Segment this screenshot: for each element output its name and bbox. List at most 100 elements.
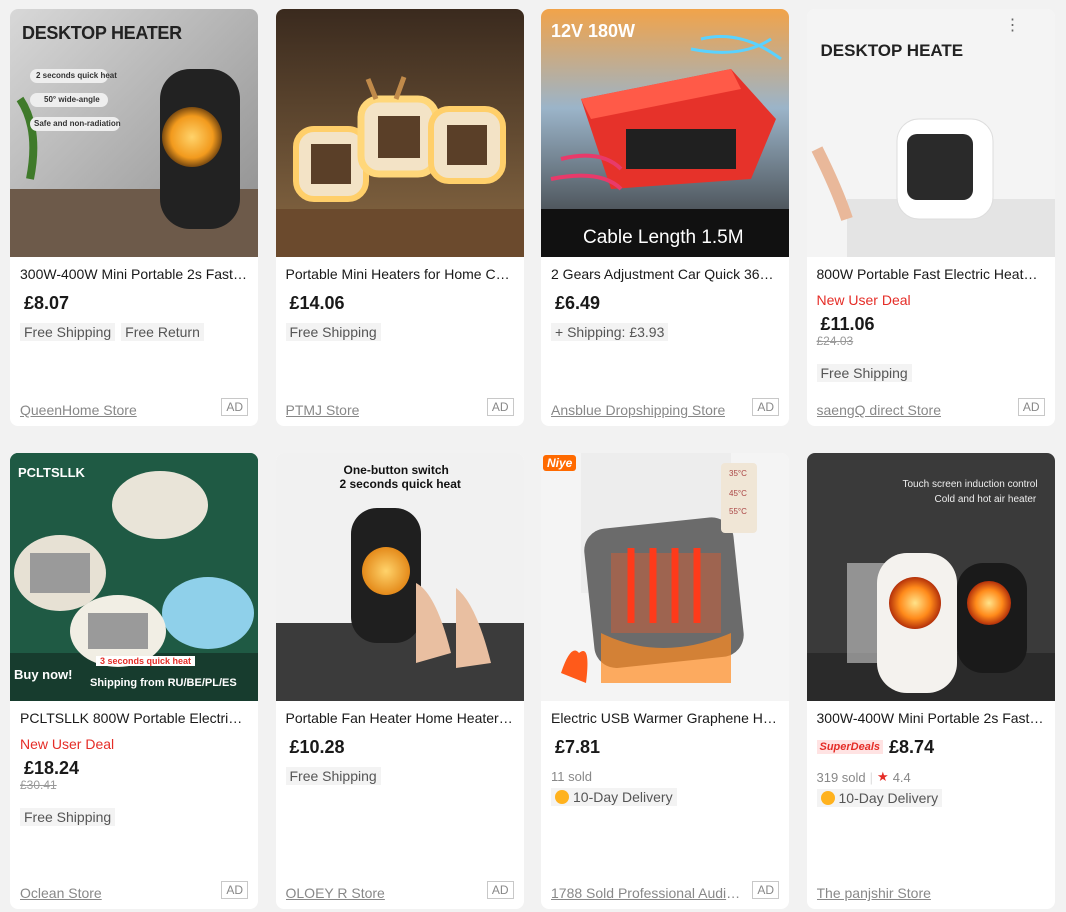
image-banner: Buy now!: [14, 667, 73, 682]
store-link[interactable]: saengQ direct Store: [817, 402, 942, 418]
image-headline: 12V 180W: [551, 21, 636, 41]
image-shipping-note: Shipping from RU/BE/PL/ES: [90, 677, 237, 689]
ad-badge: AD: [486, 398, 514, 416]
image-caption: Cable Length 1.5M: [583, 227, 744, 248]
product-title[interactable]: 800W Portable Fast Electric Heater for H…: [817, 265, 1045, 283]
temp-label: 55°C: [729, 507, 747, 516]
product-image[interactable]: DESKTOP HEATER 2 seconds quick heat 50° …: [10, 9, 258, 257]
price-row: SuperDeals £8.74: [816, 737, 1045, 757]
price-row: £18.24: [24, 758, 248, 778]
product-price: £7.81: [555, 737, 601, 757]
store-link[interactable]: Oclean Store: [20, 885, 102, 901]
image-subtitle: Cold and hot air heater: [934, 494, 1037, 505]
product-image[interactable]: Niye 35°C 45°C 55°C: [541, 453, 789, 701]
product-title[interactable]: Portable Mini Heaters for Home Cute Desk…: [286, 265, 514, 283]
image-headline: PCLTSLLK: [18, 465, 85, 480]
product-image[interactable]: Touch screen induction control Cold and …: [806, 453, 1055, 701]
image-headline: DESKTOP HEATE: [820, 41, 964, 60]
delivery-tag: 10-Day Delivery: [816, 789, 943, 807]
product-image[interactable]: PCLTSLLK Buy now! 3 seconds quick heat S…: [10, 453, 258, 701]
product-title[interactable]: 300W-400W Mini Portable 2s Fast Heating …: [817, 709, 1045, 727]
product-image[interactable]: 12V 180W Cable Length 1.5M: [541, 9, 789, 257]
ad-badge: AD: [221, 881, 248, 899]
tag-list: Free Shipping: [285, 767, 514, 785]
product-image[interactable]: [275, 9, 524, 257]
image-bullet: 2 seconds quick heat: [36, 71, 117, 80]
shipping-tag: Free Shipping: [285, 767, 381, 785]
ad-badge: AD: [486, 881, 514, 899]
store-link[interactable]: QueenHome Store: [20, 402, 137, 418]
price-row: £11.06: [821, 314, 1045, 334]
product-card[interactable]: Portable Mini Heaters for Home Cute Desk…: [275, 9, 524, 426]
tag-list: Free Shipping: [816, 364, 1045, 382]
price-row: £8.07: [24, 293, 248, 313]
store-link[interactable]: 1788 Sold Professional Audio Store: [551, 885, 741, 901]
image-headline: Touch screen induction control: [902, 479, 1038, 490]
store-link[interactable]: The panjshir Store: [817, 885, 931, 901]
product-price: £6.49: [555, 293, 601, 313]
tag-list: Free Shipping: [20, 808, 248, 826]
product-title[interactable]: PCLTSLLK 800W Portable Electric Heater: [20, 709, 248, 727]
image-headline: DESKTOP HEATER: [22, 23, 182, 43]
product-card[interactable]: One-button switch 2 seconds quick heat P…: [275, 453, 524, 909]
product-price: £8.07: [24, 293, 70, 313]
price-row: £6.49: [555, 293, 779, 313]
temp-label: 45°C: [729, 489, 747, 498]
product-price: £10.28: [289, 737, 345, 757]
product-card[interactable]: DESKTOP HEATER 2 seconds quick heat 50° …: [10, 9, 258, 426]
superdeals-badge: SuperDeals: [816, 740, 884, 754]
delivery-icon: [555, 790, 569, 804]
divider: |: [869, 769, 874, 785]
more-options-icon[interactable]: ⋮: [1005, 18, 1021, 34]
delivery-tag: 10-Day Delivery: [551, 788, 677, 806]
sold-rating-row: 319 sold | ★ 4.4: [817, 769, 1045, 785]
shipping-cost-tag: + Shipping: £3.93: [551, 323, 669, 341]
new-user-deal-label: New User Deal: [20, 736, 115, 752]
new-user-deal-label: New User Deal: [816, 292, 911, 308]
product-card[interactable]: 12V 180W Cable Length 1.5M 2 Gears Adjus…: [541, 9, 789, 426]
product-image[interactable]: One-button switch 2 seconds quick heat: [275, 453, 524, 701]
product-title[interactable]: Portable Fan Heater Home Heater Electric: [286, 709, 514, 727]
shipping-tag: Free Shipping: [816, 364, 912, 382]
shipping-tag: Free Shipping: [20, 323, 116, 341]
image-subtitle: 3 seconds quick heat: [96, 656, 196, 666]
tag-list: Free Shipping: [285, 323, 514, 341]
shipping-tag: Free Shipping: [20, 808, 116, 826]
product-card[interactable]: Touch screen induction control Cold and …: [806, 453, 1055, 909]
product-price: £14.06: [289, 293, 345, 313]
image-bullet: 50° wide-angle: [44, 95, 100, 104]
store-link[interactable]: OLOEY R Store: [286, 885, 385, 901]
temp-label: 35°C: [729, 469, 747, 478]
delivery-label: 10-Day Delivery: [573, 789, 673, 805]
original-price: £30.41: [20, 778, 57, 792]
store-link[interactable]: Ansblue Dropshipping Store: [551, 402, 725, 418]
price-row: £10.28: [290, 737, 514, 757]
image-subtitle: 2 seconds quick heat: [339, 477, 461, 491]
product-card[interactable]: Niye 35°C 45°C 55°C Electric USB Warmer …: [541, 453, 789, 909]
product-image[interactable]: DESKTOP HEATE ⋮: [806, 9, 1055, 257]
price-row: £14.06: [290, 293, 514, 313]
product-grid: DESKTOP HEATER 2 seconds quick heat 50° …: [0, 0, 1066, 909]
shipping-tag: Free Shipping: [285, 323, 381, 341]
delivery-label: 10-Day Delivery: [838, 790, 939, 806]
product-card[interactable]: DESKTOP HEATE ⋮ 800W Portable Fast Elect…: [806, 9, 1055, 426]
product-title[interactable]: 2 Gears Adjustment Car Quick 360 Heater: [551, 265, 779, 283]
product-title[interactable]: Electric USB Warmer Graphene Heating Han…: [551, 709, 779, 727]
tag-list: + Shipping: £3.93: [551, 323, 779, 341]
product-card[interactable]: PCLTSLLK Buy now! 3 seconds quick heat S…: [10, 453, 258, 909]
ad-badge: AD: [752, 398, 779, 416]
brand-logo: Niye: [543, 455, 577, 471]
store-link[interactable]: PTMJ Store: [286, 402, 360, 418]
return-tag: Free Return: [121, 323, 204, 341]
original-price: £24.03: [816, 334, 854, 348]
rating-value: 4.4: [892, 769, 911, 785]
product-price: £18.24: [24, 758, 80, 778]
star-icon: ★: [877, 769, 889, 784]
product-title[interactable]: 300W-400W Mini Portable 2s Fast Heating …: [20, 265, 248, 283]
delivery-icon: [820, 791, 835, 805]
product-price: £11.06: [820, 314, 875, 334]
image-headline: One-button switch: [343, 463, 449, 477]
ad-badge: AD: [221, 398, 248, 416]
sold-count: 319 sold: [816, 769, 866, 785]
product-price: £8.74: [889, 737, 935, 757]
